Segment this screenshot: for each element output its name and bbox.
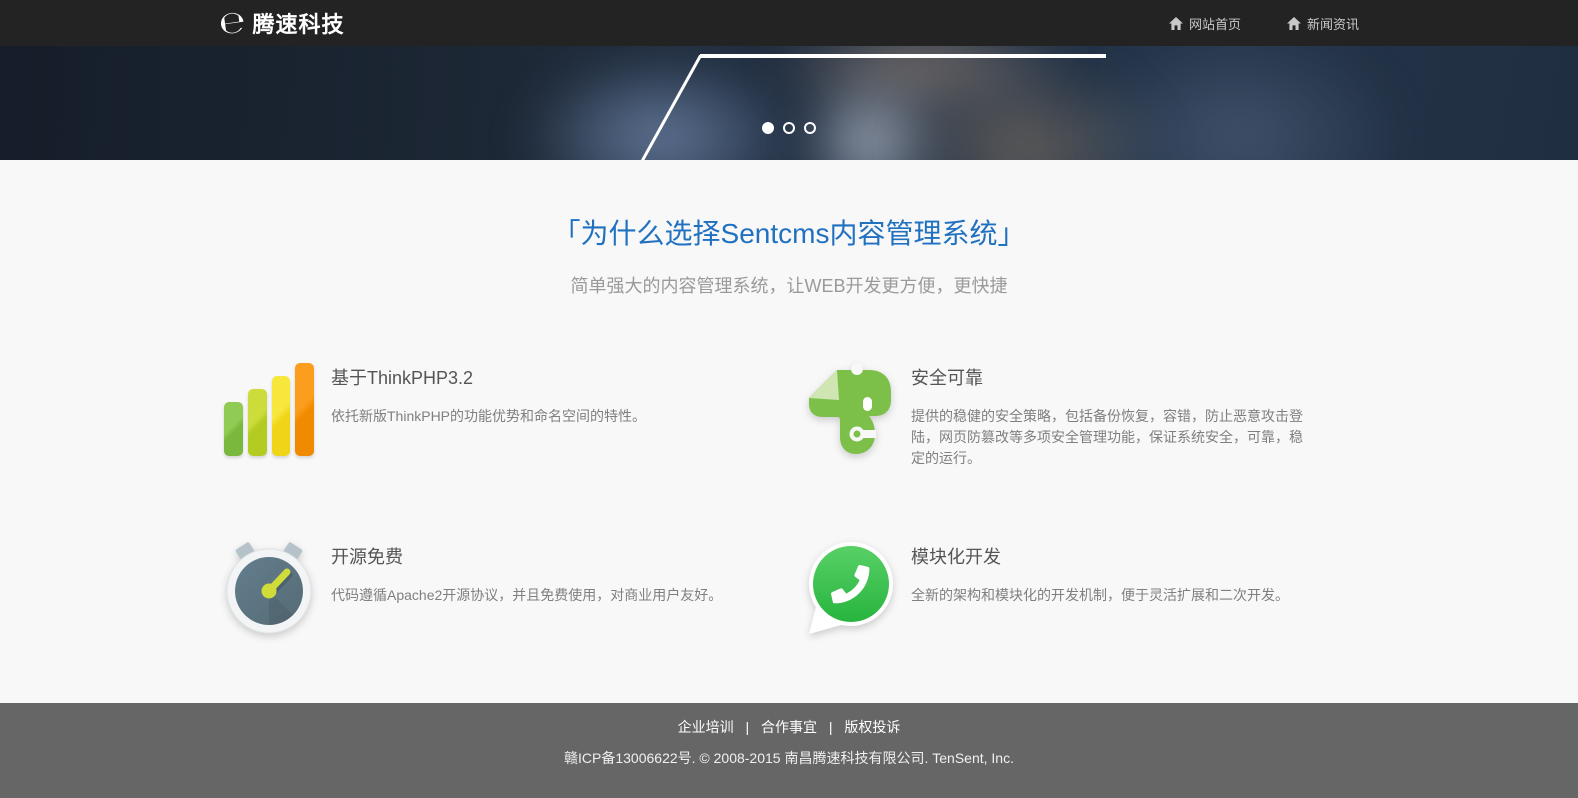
feature-title: 模块化开发 bbox=[911, 543, 1289, 569]
stopwatch-icon bbox=[219, 539, 319, 635]
feature-title: 基于ThinkPHP3.2 bbox=[331, 364, 646, 390]
carousel-dot-1[interactable] bbox=[762, 122, 774, 134]
bar-chart-icon bbox=[219, 360, 319, 456]
feature-desc: 依托新版ThinkPHP的功能优势和命名空间的特性。 bbox=[331, 406, 646, 427]
hero-blur-shape bbox=[1070, 46, 1410, 160]
carousel-dots bbox=[0, 122, 1578, 134]
bar-chart-bar bbox=[248, 389, 267, 456]
feature-grid: 基于ThinkPHP3.2 依托新版ThinkPHP的功能优势和命名空间的特性。 bbox=[219, 360, 1359, 635]
why-section: 「为什么选择Sentcms内容管理系统」 简单强大的内容管理系统，让WEB开发更… bbox=[0, 160, 1578, 703]
footer-separator: | bbox=[745, 719, 749, 735]
brand-name: 腾速科技 bbox=[253, 7, 345, 39]
footer-separator: | bbox=[829, 719, 833, 735]
bar-chart-bar bbox=[295, 363, 314, 456]
carousel-dot-3[interactable] bbox=[804, 122, 816, 134]
home-icon bbox=[1287, 17, 1301, 30]
hero-carousel bbox=[0, 46, 1578, 160]
copyright-text: 赣ICP备13006622号. © 2008-2015 南昌腾速科技有限公司. … bbox=[0, 748, 1578, 768]
section-title: 「为什么选择Sentcms内容管理系统」 bbox=[0, 160, 1578, 252]
hero-horizontal-line bbox=[700, 54, 1106, 58]
elephant-icon bbox=[799, 360, 899, 456]
feature-title: 开源免费 bbox=[331, 543, 722, 569]
feature-modular: 模块化开发 全新的架构和模块化的开发机制，便于灵活扩展和二次开发。 bbox=[799, 539, 1359, 635]
feature-desc: 代码遵循Apache2开源协议，并且免费使用，对商业用户友好。 bbox=[331, 585, 722, 606]
section-subtitle: 简单强大的内容管理系统，让WEB开发更方便，更快捷 bbox=[0, 272, 1578, 298]
feature-thinkphp: 基于ThinkPHP3.2 依托新版ThinkPHP的功能优势和命名空间的特性。 bbox=[219, 360, 779, 469]
footer-link-training[interactable]: 企业培训 bbox=[678, 719, 734, 735]
feature-desc: 全新的架构和模块化的开发机制，便于灵活扩展和二次开发。 bbox=[911, 585, 1289, 606]
whatsapp-icon bbox=[799, 539, 899, 635]
brand-logo[interactable]: ℮ 腾速科技 bbox=[219, 7, 345, 39]
bar-chart-bar bbox=[224, 402, 243, 456]
footer-link-cooperation[interactable]: 合作事宜 bbox=[761, 719, 817, 735]
feature-opensource: 开源免费 代码遵循Apache2开源协议，并且免费使用，对商业用户友好。 bbox=[219, 539, 779, 635]
nav-item-news[interactable]: 新闻资讯 bbox=[1287, 14, 1359, 33]
footer-links: 企业培训 | 合作事宜 | 版权投诉 bbox=[0, 717, 1578, 737]
hero-blur-shape bbox=[520, 52, 800, 160]
nav-item-home[interactable]: 网站首页 bbox=[1169, 14, 1241, 33]
page: ℮ 腾速科技 网站首页 新闻资讯 bbox=[0, 0, 1578, 798]
nav-item-label: 网站首页 bbox=[1189, 14, 1241, 33]
feature-secure: 安全可靠 提供的稳健的安全策略，包括备份恢复，容错，防止恶意攻击登陆，网页防篡改… bbox=[799, 360, 1359, 469]
feature-title: 安全可靠 bbox=[911, 364, 1311, 390]
home-icon bbox=[1169, 17, 1183, 30]
main-nav: 网站首页 新闻资讯 bbox=[1169, 14, 1359, 33]
top-navbar: ℮ 腾速科技 网站首页 新闻资讯 bbox=[0, 0, 1578, 46]
carousel-dot-2[interactable] bbox=[783, 122, 795, 134]
logo-icon: ℮ bbox=[217, 6, 248, 40]
nav-item-label: 新闻资讯 bbox=[1307, 14, 1359, 33]
footer: 企业培训 | 合作事宜 | 版权投诉 赣ICP备13006622号. © 200… bbox=[0, 703, 1578, 798]
footer-link-copyright-complaint[interactable]: 版权投诉 bbox=[844, 719, 900, 735]
bar-chart-bar bbox=[272, 376, 291, 456]
feature-desc: 提供的稳健的安全策略，包括备份恢复，容错，防止恶意攻击登陆，网页防篡改等多项安全… bbox=[911, 406, 1311, 469]
